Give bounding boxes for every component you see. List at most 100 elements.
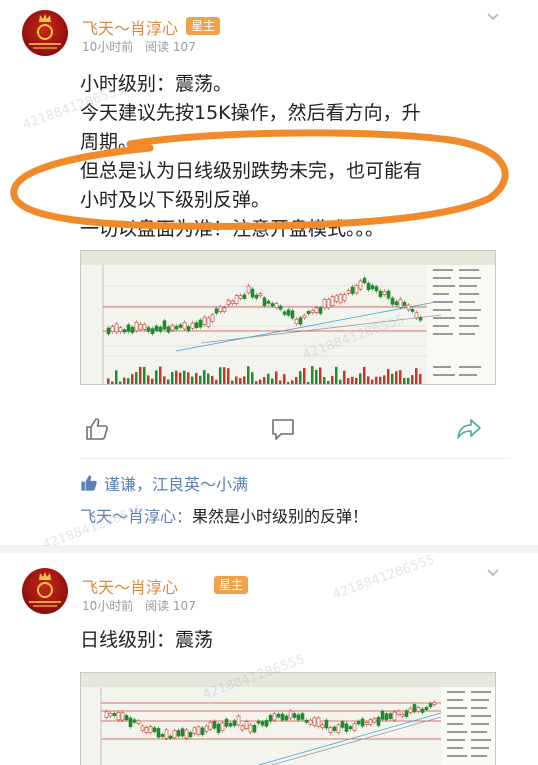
candle (262, 297, 267, 306)
chevron-down-icon[interactable] (486, 10, 500, 24)
candle (428, 703, 433, 708)
volume-bar (123, 377, 126, 384)
candle (204, 725, 209, 732)
candle (234, 295, 239, 304)
candle (362, 277, 367, 284)
volume-bar (143, 366, 146, 384)
candle (196, 726, 201, 735)
volume-bar (243, 376, 246, 384)
candle (348, 726, 353, 730)
candle (328, 727, 333, 733)
volume-bar (127, 378, 130, 384)
candle (432, 702, 437, 705)
avatar[interactable] (22, 10, 68, 56)
volume-bar (251, 372, 254, 384)
volume-bar (371, 379, 374, 384)
action-bar (0, 416, 538, 446)
volume-bar (119, 381, 122, 384)
candle (414, 312, 419, 319)
candle (270, 303, 275, 307)
chevron-down-icon[interactable] (486, 566, 500, 580)
candle (338, 294, 343, 304)
volume-bar (159, 366, 162, 384)
candle (274, 303, 279, 309)
thumbs-up-icon[interactable] (84, 416, 110, 442)
candle (282, 311, 287, 315)
candle (332, 726, 337, 732)
candle (218, 306, 223, 312)
candle (396, 710, 401, 716)
volume-bar (327, 380, 330, 384)
candle (170, 324, 175, 331)
candle (236, 715, 241, 726)
volume-bar (383, 375, 386, 384)
candle (232, 720, 237, 726)
candle (340, 721, 345, 728)
volume-bar (415, 368, 418, 384)
candle (302, 314, 307, 319)
candle (372, 718, 377, 723)
avatar[interactable] (22, 568, 68, 614)
candle (148, 726, 153, 733)
stock-chart-image[interactable] (80, 672, 496, 765)
volume-bar (183, 370, 186, 384)
comment-text: 果然是小时级别的反弹！ (192, 507, 369, 526)
candle (126, 324, 131, 332)
candle (260, 721, 265, 726)
read-count: 阅读 107 (145, 599, 196, 613)
candle (230, 300, 235, 304)
candle (158, 326, 163, 332)
volume-bar (203, 370, 206, 384)
candle (394, 301, 399, 306)
volume-bar (315, 369, 318, 384)
volume-bar (139, 366, 142, 384)
candle (108, 712, 113, 717)
volume-bar (275, 371, 278, 384)
candle (224, 718, 229, 727)
comment-username[interactable]: 飞天～肖淳心： (80, 507, 192, 526)
liked-users[interactable]: 谨谦，江良英～小满 (104, 471, 248, 495)
candle (168, 735, 173, 739)
read-count: 阅读 107 (145, 40, 196, 54)
crown-icon (39, 572, 51, 580)
username[interactable]: 飞天～肖淳心 (82, 574, 178, 598)
username[interactable]: 飞天～肖淳心 (82, 15, 178, 39)
candle (264, 720, 269, 727)
candle (250, 288, 255, 298)
stock-chart-image[interactable] (80, 250, 496, 385)
thumbs-up-filled-icon (81, 475, 97, 491)
candle (120, 712, 125, 721)
candle (382, 291, 387, 295)
volume-bar (307, 381, 310, 384)
candle (190, 322, 195, 329)
like-list[interactable]: 谨谦，江良英～小满 (80, 471, 248, 495)
candle (354, 285, 359, 294)
volume-bar (223, 367, 226, 384)
candle (138, 323, 143, 330)
candle (258, 293, 263, 297)
volume-bar (107, 378, 110, 384)
candle (320, 724, 325, 729)
candle (176, 730, 181, 737)
candle (378, 290, 383, 298)
share-icon[interactable] (456, 416, 482, 442)
candle (322, 299, 327, 309)
volume-bar (215, 379, 218, 384)
candle (214, 308, 219, 314)
candle (364, 722, 369, 726)
candle (268, 715, 273, 722)
candle (400, 713, 405, 717)
post-meta: 10小时前 阅读 107 (82, 38, 204, 55)
candle (184, 729, 189, 739)
candle (306, 311, 311, 315)
volume-bar (319, 367, 322, 384)
candle (104, 711, 109, 718)
comment-item[interactable]: 飞天～肖淳心：果然是小时级别的反弹！ (80, 503, 368, 527)
volume-bar (147, 375, 150, 384)
candle (116, 712, 121, 721)
comment-icon[interactable] (270, 416, 296, 442)
volume-bar (255, 381, 258, 384)
candle (136, 720, 141, 724)
volume-bar (407, 377, 410, 384)
candle (256, 720, 261, 724)
